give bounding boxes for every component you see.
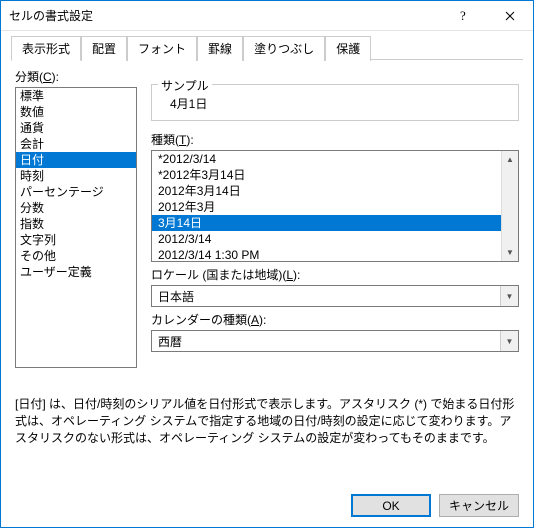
tab-0[interactable]: 表示形式 bbox=[11, 36, 81, 61]
category-item[interactable]: 通貨 bbox=[16, 120, 136, 136]
cancel-button[interactable]: キャンセル bbox=[439, 494, 519, 517]
category-item[interactable]: その他 bbox=[16, 248, 136, 264]
type-item[interactable]: 2012/3/14 bbox=[152, 231, 501, 247]
titlebar: セルの書式設定 ? bbox=[1, 1, 533, 31]
category-item[interactable]: 会計 bbox=[16, 136, 136, 152]
category-item[interactable]: 指数 bbox=[16, 216, 136, 232]
scroll-down-icon[interactable]: ▼ bbox=[502, 244, 518, 261]
type-listbox[interactable]: *2012/3/14*2012年3月14日2012年3月14日2012年3月3月… bbox=[151, 150, 519, 262]
svg-text:?: ? bbox=[460, 9, 466, 23]
locale-combobox[interactable]: 日本語 ▼ bbox=[151, 285, 519, 307]
tab-4[interactable]: 塗りつぶし bbox=[243, 36, 325, 61]
sample-value: 4月1日 bbox=[162, 91, 508, 112]
category-item[interactable]: 分数 bbox=[16, 200, 136, 216]
tab-strip: 表示形式配置フォント罫線塗りつぶし保護 bbox=[1, 31, 533, 60]
tab-2[interactable]: フォント bbox=[127, 36, 197, 61]
category-item[interactable]: ユーザー定義 bbox=[16, 264, 136, 280]
dialog-title: セルの書式設定 bbox=[1, 7, 441, 24]
category-item[interactable]: 標準 bbox=[16, 88, 136, 104]
sample-legend: サンプル bbox=[158, 77, 212, 94]
calendar-label: カレンダーの種類(A): bbox=[151, 311, 519, 328]
type-item[interactable]: *2012年3月14日 bbox=[152, 167, 501, 183]
close-button[interactable] bbox=[487, 1, 533, 31]
type-item[interactable]: 2012/3/14 1:30 PM bbox=[152, 247, 501, 261]
locale-label: ロケール (国または地域)(L): bbox=[151, 266, 519, 283]
dialog-window: セルの書式設定 ? 表示形式配置フォント罫線塗りつぶし保護 分類(C): 標準数… bbox=[0, 0, 534, 528]
type-label: 種類(T): bbox=[151, 131, 519, 148]
ok-button[interactable]: OK bbox=[351, 494, 431, 517]
locale-value: 日本語 bbox=[152, 288, 500, 305]
dialog-body: 分類(C): 標準数値通貨会計日付時刻パーセンテージ分数指数文字列その他ユーザー… bbox=[1, 60, 533, 486]
type-item[interactable]: *2012/3/14 bbox=[152, 151, 501, 167]
dialog-footer: OK キャンセル bbox=[1, 486, 533, 527]
sample-group: サンプル 4月1日 bbox=[151, 84, 519, 121]
calendar-combobox[interactable]: 西暦 ▼ bbox=[151, 330, 519, 352]
category-item[interactable]: 文字列 bbox=[16, 232, 136, 248]
description-text: [日付] は、日付/時刻のシリアル値を日付形式で表示します。アスタリスク (*)… bbox=[15, 396, 519, 446]
chevron-down-icon[interactable]: ▼ bbox=[500, 331, 518, 351]
scrollbar[interactable]: ▲ ▼ bbox=[501, 151, 518, 261]
category-listbox[interactable]: 標準数値通貨会計日付時刻パーセンテージ分数指数文字列その他ユーザー定義 bbox=[15, 87, 137, 368]
category-label: 分類(C): bbox=[15, 68, 137, 85]
tab-5[interactable]: 保護 bbox=[325, 36, 371, 61]
tab-3[interactable]: 罫線 bbox=[197, 36, 243, 61]
tab-1[interactable]: 配置 bbox=[81, 36, 127, 61]
type-item[interactable]: 2012年3月14日 bbox=[152, 183, 501, 199]
scroll-up-icon[interactable]: ▲ bbox=[502, 151, 518, 168]
help-button[interactable]: ? bbox=[441, 1, 487, 31]
category-item[interactable]: パーセンテージ bbox=[16, 184, 136, 200]
type-item[interactable]: 3月14日 bbox=[152, 215, 501, 231]
category-item[interactable]: 数値 bbox=[16, 104, 136, 120]
calendar-value: 西暦 bbox=[152, 333, 500, 350]
chevron-down-icon[interactable]: ▼ bbox=[500, 286, 518, 306]
type-item[interactable]: 2012年3月 bbox=[152, 199, 501, 215]
category-item[interactable]: 時刻 bbox=[16, 168, 136, 184]
category-item[interactable]: 日付 bbox=[16, 152, 136, 168]
